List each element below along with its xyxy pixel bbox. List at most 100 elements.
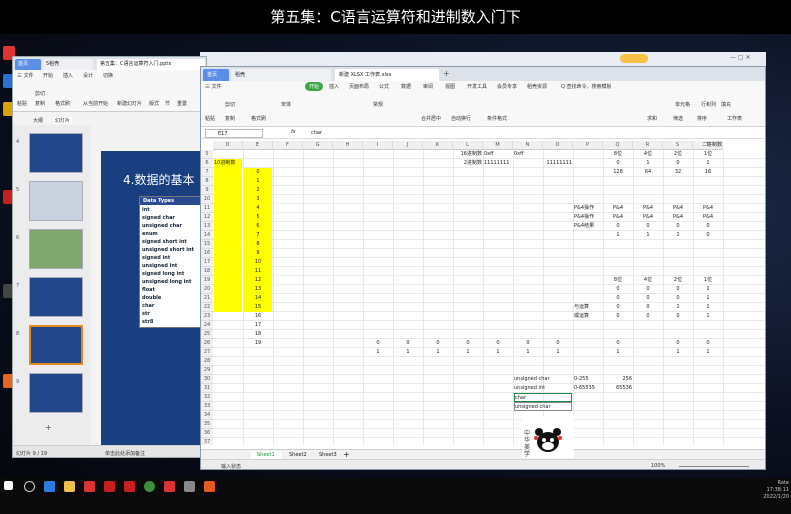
ppt-reset-button[interactable]: 重置 <box>177 100 187 107</box>
row-header[interactable]: 18 <box>201 267 213 276</box>
cell-value[interactable]: 0 <box>454 339 482 348</box>
cell-value[interactable]: 1 <box>694 159 722 168</box>
add-slide-button[interactable]: + <box>45 423 52 432</box>
row-header[interactable]: 33 <box>201 402 213 411</box>
row-header[interactable]: 26 <box>201 339 213 348</box>
cell-value[interactable]: 1 <box>484 348 512 357</box>
cell-e-value[interactable]: 15 <box>244 303 272 312</box>
new-tab-button[interactable]: + <box>443 69 450 78</box>
cell-d-highlight[interactable] <box>214 168 242 177</box>
row-header[interactable]: 37 <box>201 438 213 445</box>
cell-d-header[interactable]: 10进制数 <box>214 159 242 168</box>
cell-d-highlight[interactable] <box>214 231 242 240</box>
ppt-section-button[interactable]: 节 <box>165 100 170 107</box>
slide-canvas[interactable]: 4.数据的基本 Data Types int signed char unsigne… <box>101 151 206 449</box>
ppt-slides-tab[interactable]: 幻灯片 <box>53 117 73 124</box>
ribbon-button[interactable]: 排序 <box>697 115 707 122</box>
row-header[interactable]: 16 <box>201 249 213 258</box>
cell-e-value[interactable]: 6 <box>244 222 272 231</box>
cell-value[interactable]: 0 <box>634 294 662 303</box>
row-header[interactable]: 5 <box>201 150 213 159</box>
cell-value[interactable]: 1 <box>664 303 692 312</box>
row-header[interactable]: 31 <box>201 384 213 393</box>
cell-value[interactable]: 0 <box>604 312 632 321</box>
cell-label[interactable]: 二进制数 <box>694 141 722 150</box>
row-header[interactable]: 32 <box>201 393 213 402</box>
cell-bit-position[interactable]: 8位 <box>604 276 632 285</box>
cell-value[interactable]: 1 <box>694 348 722 357</box>
cell-d-highlight[interactable] <box>214 303 242 312</box>
cell-bit-position[interactable]: 4位 <box>634 276 662 285</box>
cell-value[interactable]: 0 <box>394 339 422 348</box>
cell-d-highlight[interactable] <box>214 240 242 249</box>
zoom-slider[interactable] <box>679 466 749 467</box>
chrome-icon[interactable] <box>144 481 155 492</box>
name-box[interactable]: E17 <box>205 129 263 138</box>
cell-d-highlight[interactable] <box>214 276 242 285</box>
cell-label[interactable]: P&4操作 <box>574 213 602 222</box>
cell-e-value[interactable]: 13 <box>244 285 272 294</box>
column-header[interactable]: J <box>393 141 423 150</box>
column-header[interactable]: R <box>633 141 663 150</box>
ribbon-button[interactable]: 条件格式 <box>487 115 507 122</box>
row-header[interactable]: 21 <box>201 294 213 303</box>
cell-value[interactable]: 0 <box>664 285 692 294</box>
row-header[interactable]: 29 <box>201 366 213 375</box>
ppt-format-painter-button[interactable]: 格式刷 <box>55 100 70 107</box>
cell-value[interactable]: 0 <box>634 303 662 312</box>
edge-icon[interactable] <box>44 481 55 492</box>
cell-bit-position[interactable]: 1位 <box>694 150 722 159</box>
sheet-menu-item[interactable]: 开始 <box>305 82 324 91</box>
cell-value[interactable]: 1 <box>394 348 422 357</box>
ppt-new-slide-button[interactable]: 新建幻灯片 <box>117 100 142 107</box>
cell-value[interactable]: 1 <box>544 348 572 357</box>
column-header[interactable]: S <box>663 141 693 150</box>
search-icon[interactable] <box>24 481 35 492</box>
cell-d-highlight[interactable] <box>214 285 242 294</box>
cell-e-value[interactable]: 18 <box>244 330 272 339</box>
ppt-menu-insert[interactable]: 插入 <box>63 72 73 79</box>
cell-value[interactable]: 0 <box>604 222 632 231</box>
slide-thumbnail[interactable] <box>29 181 83 221</box>
cell-value[interactable]: 0 <box>664 294 692 303</box>
cell-label[interactable]: 2进制数 <box>454 159 482 168</box>
row-header[interactable]: 11 <box>201 204 213 213</box>
ribbon-button[interactable]: 常规 <box>373 101 383 108</box>
column-header[interactable]: I <box>363 141 393 150</box>
cell-value[interactable]: 1 <box>424 348 452 357</box>
column-header[interactable]: M <box>483 141 513 150</box>
cell-value[interactable]: 0 <box>424 339 452 348</box>
cell-value[interactable]: 0 <box>604 303 632 312</box>
cell-value[interactable]: 1 <box>514 348 542 357</box>
ppt-tab-document[interactable]: 第五集：C语言运算符入门.pptx <box>97 59 205 70</box>
cell-value[interactable]: 0 <box>604 285 632 294</box>
cell-value[interactable]: 0 <box>544 339 572 348</box>
cell-value[interactable]: 0 <box>694 222 722 231</box>
cell-value[interactable]: 0 <box>604 159 632 168</box>
sheet-menu-item[interactable]: Q 查找命令、搜索模板 <box>561 83 612 90</box>
formula-input[interactable]: char <box>311 129 322 137</box>
cell-e-value[interactable]: 19 <box>244 339 272 348</box>
ribbon-button[interactable]: 填充 <box>721 101 731 108</box>
cell-e-value[interactable]: 9 <box>244 249 272 258</box>
active-cell[interactable]: char <box>514 393 572 402</box>
sheet-tab-document[interactable]: 新建 XLSX 工作表.xlsx <box>335 69 439 81</box>
ribbon-button[interactable]: 行和列 <box>701 101 716 108</box>
ppt-menu-transition[interactable]: 切换 <box>103 72 113 79</box>
cell-value[interactable]: 1 <box>694 303 722 312</box>
column-header[interactable]: L <box>453 141 483 150</box>
row-header[interactable]: 10 <box>201 195 213 204</box>
cell-value[interactable]: 64 <box>634 168 662 177</box>
sheet-menu-item[interactable]: 审阅 <box>423 83 433 90</box>
cell-e-value[interactable]: 17 <box>244 321 272 330</box>
cell-value[interactable]: 0 <box>664 222 692 231</box>
cell-e-value[interactable]: 0 <box>244 168 272 177</box>
app-icon[interactable] <box>164 481 175 492</box>
sheet-menu-item[interactable]: 视图 <box>445 83 455 90</box>
cell-value[interactable]: 0 <box>604 294 632 303</box>
column-header[interactable]: P <box>573 141 603 150</box>
cell-type-name[interactable]: unsigned int <box>514 384 572 393</box>
row-header[interactable]: 35 <box>201 420 213 429</box>
cell-value[interactable]: P&4 <box>634 204 662 213</box>
cell-d-highlight[interactable] <box>214 213 242 222</box>
